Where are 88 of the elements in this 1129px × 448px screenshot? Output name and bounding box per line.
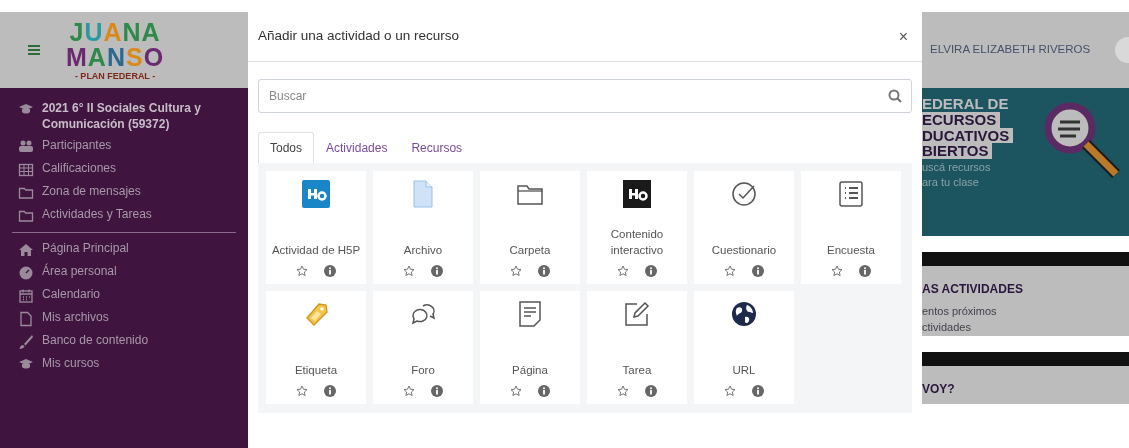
- brush-icon: [18, 334, 34, 351]
- star-outline-icon[interactable]: [724, 385, 736, 397]
- star-outline-icon[interactable]: [510, 265, 522, 277]
- gauge-icon: [18, 265, 34, 282]
- nav-link[interactable]: Participantes: [42, 138, 112, 154]
- module-card[interactable]: Foro: [373, 291, 473, 404]
- module-card[interactable]: Actividad de H5P: [266, 171, 366, 284]
- list-icon: [837, 180, 865, 208]
- module-card[interactable]: Etiqueta: [266, 291, 366, 404]
- globe-icon: [730, 300, 758, 328]
- info-icon[interactable]: [538, 265, 550, 277]
- check-circle-icon: [730, 180, 758, 208]
- module-name: Encuesta: [827, 243, 875, 259]
- module-name: Archivo: [403, 243, 443, 259]
- star-outline-icon[interactable]: [510, 385, 522, 397]
- info-icon[interactable]: [752, 265, 764, 277]
- folder-icon: [18, 185, 34, 202]
- nav-link[interactable]: Mis archivos: [42, 310, 109, 326]
- module-name: Cuestionario: [711, 243, 777, 259]
- module-card[interactable]: URL: [694, 291, 794, 404]
- info-icon[interactable]: [538, 385, 550, 397]
- close-button[interactable]: ×: [894, 24, 912, 49]
- star-outline-icon[interactable]: [617, 385, 629, 397]
- module-name: Contenido interactivo: [609, 226, 665, 259]
- module-name: Tarea: [622, 363, 652, 379]
- info-icon[interactable]: [859, 265, 871, 277]
- calendar-icon: [18, 288, 34, 305]
- star-outline-icon[interactable]: [403, 385, 415, 397]
- info-icon[interactable]: [324, 385, 336, 397]
- star-outline-icon[interactable]: [296, 385, 308, 397]
- nav-link[interactable]: Calendario: [42, 287, 101, 303]
- info-icon[interactable]: [645, 265, 657, 277]
- nav-link[interactable]: Actividades y Tareas: [42, 207, 152, 223]
- module-card[interactable]: Cuestionario: [694, 171, 794, 284]
- nav-link[interactable]: Banco de contenido: [42, 333, 149, 349]
- menu-icon[interactable]: [28, 45, 40, 55]
- course-link[interactable]: 2021 6° II Sociales Cultura y Comunicación (59372): [42, 101, 230, 133]
- dialog-title: Añadir una actividad o un recurso: [258, 27, 460, 46]
- star-outline-icon[interactable]: [831, 265, 843, 277]
- block-title: AS ACTIVIDADES: [922, 281, 1024, 298]
- document-icon: [516, 300, 544, 328]
- nav-link[interactable]: Calificaciones: [42, 161, 117, 177]
- star-outline-icon[interactable]: [724, 265, 736, 277]
- banner-text: uscá recursos: [922, 161, 992, 175]
- banner-heading: ECURSOS: [922, 111, 1001, 128]
- module-name: Página: [512, 363, 548, 379]
- module-card[interactable]: Archivo: [373, 171, 473, 284]
- search-icon: [888, 89, 902, 103]
- info-icon[interactable]: [752, 385, 764, 397]
- tab[interactable]: Todos: [258, 132, 315, 163]
- h5p-icon: [623, 180, 651, 208]
- tab[interactable]: Actividades: [314, 132, 400, 163]
- info-icon[interactable]: [431, 265, 443, 277]
- file-icon: [18, 311, 34, 328]
- module-name: Foro: [411, 363, 435, 379]
- block-title: VOY?: [922, 380, 956, 398]
- user-name[interactable]: ELVIRA ELIZABETH RIVEROS: [930, 41, 1091, 59]
- search-field[interactable]: Buscar: [258, 79, 912, 113]
- edit-icon: [623, 300, 651, 328]
- h5p-icon: [302, 180, 330, 208]
- nav-link[interactable]: Zona de mensajes: [42, 184, 141, 200]
- star-outline-icon[interactable]: [403, 265, 415, 277]
- module-name: Carpeta: [509, 243, 551, 259]
- module-name: Actividad de H5P: [271, 243, 361, 259]
- block-link[interactable]: ctividades: [922, 319, 1129, 336]
- banner-heading: BIERTOS: [922, 143, 993, 159]
- module-name: Etiqueta: [294, 363, 338, 379]
- star-outline-icon[interactable]: [296, 265, 308, 277]
- module-card[interactable]: Carpeta: [480, 171, 580, 284]
- nav-link[interactable]: Página Principal: [42, 241, 129, 257]
- folder-icon: [18, 208, 34, 225]
- module-card[interactable]: Tarea: [587, 291, 687, 404]
- module-card[interactable]: Contenido interactivo: [587, 171, 687, 284]
- info-icon[interactable]: [431, 385, 443, 397]
- module-card[interactable]: Encuesta: [801, 171, 901, 284]
- module-name: URL: [732, 363, 756, 379]
- info-icon[interactable]: [645, 385, 657, 397]
- module-card[interactable]: Página: [480, 291, 580, 404]
- house-icon: [18, 242, 34, 259]
- tab[interactable]: Recursos: [399, 132, 475, 163]
- banner-text: ara tu clase: [922, 176, 980, 190]
- banner-heading: EDERAL DE: [922, 96, 1010, 112]
- nav-link[interactable]: Área personal: [42, 264, 117, 280]
- table-icon: [18, 162, 34, 179]
- nav-link[interactable]: Mis cursos: [42, 356, 100, 372]
- star-outline-icon[interactable]: [617, 265, 629, 277]
- block-link[interactable]: entos próximos: [922, 304, 1129, 320]
- info-icon[interactable]: [324, 265, 336, 277]
